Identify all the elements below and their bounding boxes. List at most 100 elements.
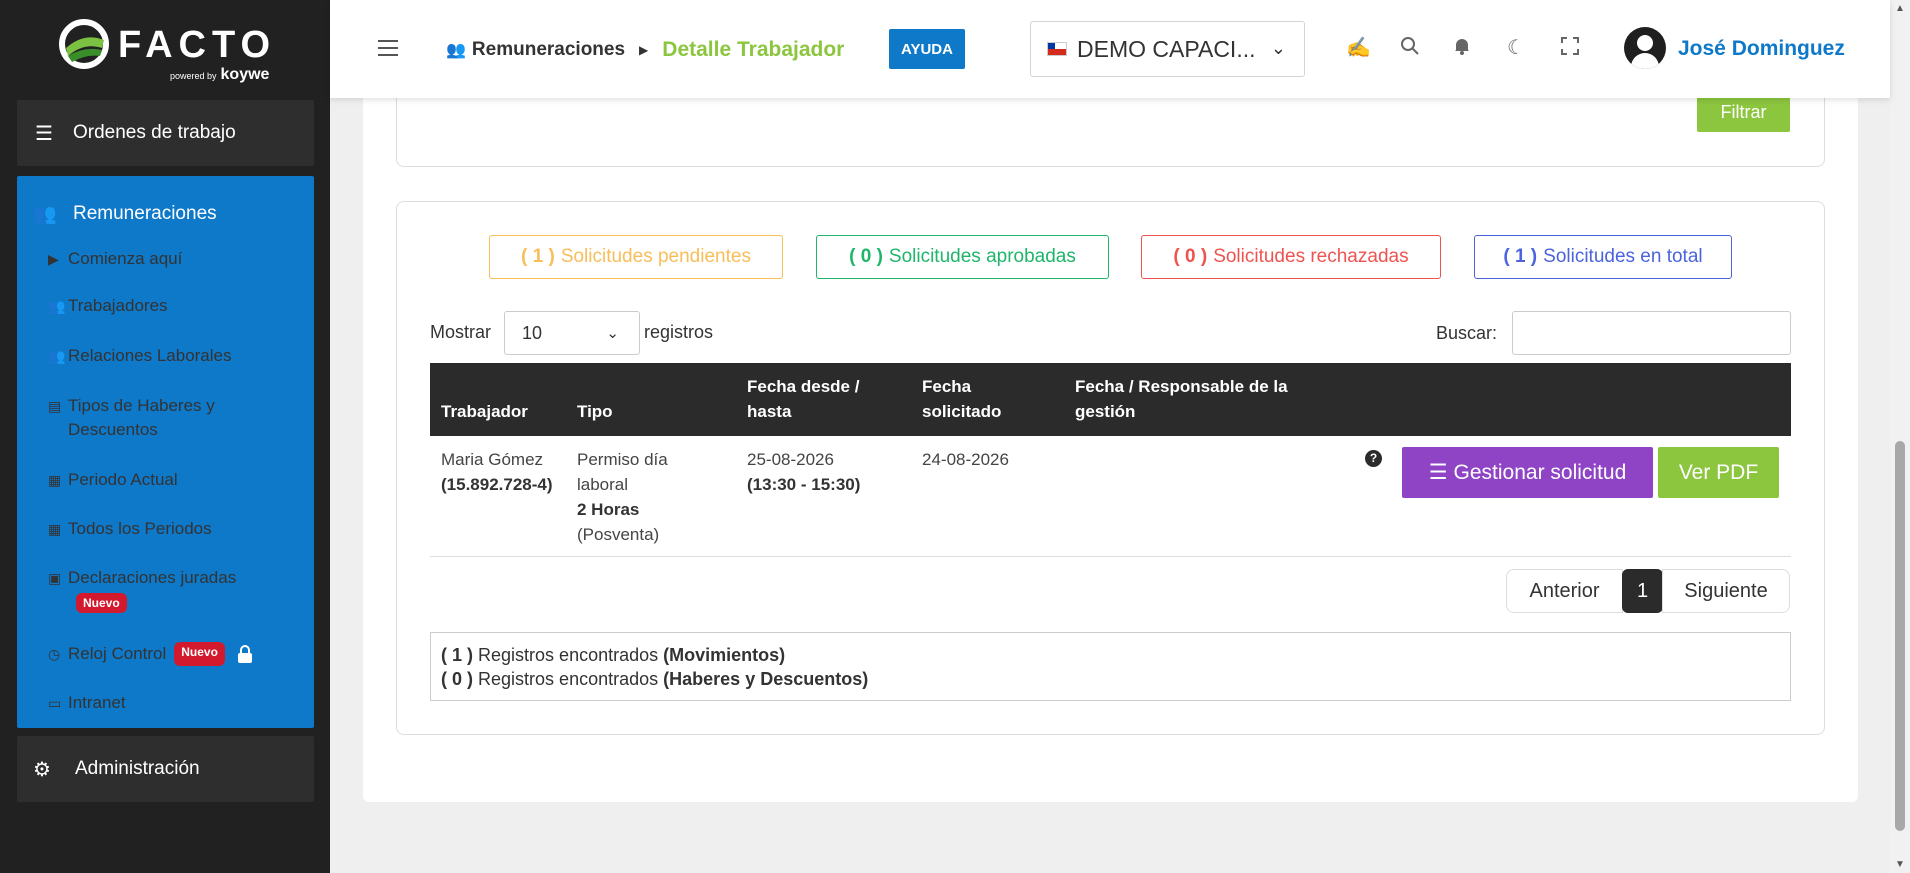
nav-item-relaciones[interactable]: 👥 Relaciones Laborales bbox=[48, 344, 288, 368]
list-check-icon: ☰ bbox=[35, 122, 53, 145]
nav-item-label: Tipos de Haberes y Descuentos bbox=[68, 396, 215, 439]
nav-item-label: Declaraciones juradas Nuevo bbox=[68, 566, 288, 614]
cell-date-range: 25-08-2026 (13:30 - 15:30) bbox=[747, 447, 887, 497]
chile-flag-icon bbox=[1047, 42, 1067, 56]
caret-right-icon: ▶ bbox=[639, 43, 649, 57]
manage-request-button[interactable]: ☰ Gestionar solicitud bbox=[1402, 447, 1653, 498]
request-type: Permiso día laboral bbox=[577, 450, 668, 494]
cell-type: Permiso día laboral 2 Horas (Posventa) bbox=[577, 447, 697, 547]
play-icon: ▶ bbox=[48, 251, 59, 267]
nav-ordenes-de-trabajo[interactable]: ☰ Ordenes de trabajo bbox=[17, 100, 314, 166]
summary-hd-text: Registros encontrados bbox=[478, 669, 659, 689]
nav-administracion[interactable]: ⚙ Administración bbox=[17, 736, 314, 802]
summary-hd-count: ( 0 ) bbox=[441, 669, 474, 689]
bell-icon[interactable] bbox=[1450, 36, 1474, 60]
breadcrumb-current: Detalle Trabajador bbox=[662, 38, 845, 61]
breadcrumb-parent[interactable]: Remuneraciones bbox=[472, 39, 625, 61]
company-selector[interactable]: DEMO CAPACI... ⌄ bbox=[1030, 21, 1305, 77]
nav-item-reloj-control[interactable]: ◷ Reloj Control Nuevo bbox=[48, 642, 288, 666]
nav-remuneraciones-label: Remuneraciones bbox=[73, 203, 217, 224]
search-label: Buscar: bbox=[1436, 323, 1498, 343]
pagination-page-1[interactable]: 1 bbox=[1622, 569, 1663, 613]
page-size-value: 10 bbox=[522, 323, 543, 343]
nav-item-periodo-actual[interactable]: ▦ Periodo Actual bbox=[48, 468, 288, 492]
view-pdf-button[interactable]: Ver PDF bbox=[1658, 447, 1779, 498]
help-icon[interactable]: ? bbox=[1365, 450, 1382, 467]
th-fecha-responsable[interactable]: Fecha / Responsable de la gestión bbox=[1075, 374, 1315, 424]
calendar-grid-icon: ▦ bbox=[48, 521, 62, 537]
fullscreen-icon[interactable] bbox=[1558, 36, 1582, 60]
nav-item-tipos-haberes[interactable]: ▤ Tipos de Haberes y Descuentos bbox=[48, 394, 288, 442]
th-fecha-desde-hasta[interactable]: Fecha desde / hasta bbox=[747, 374, 887, 424]
facto-logo[interactable]: FACTO powered by koywe bbox=[58, 16, 278, 84]
pagination-prev[interactable]: Anterior bbox=[1506, 569, 1623, 613]
pagination-next[interactable]: Siguiente bbox=[1662, 569, 1790, 613]
gears-icon: ⚙ bbox=[33, 758, 51, 781]
users-icon: 👥 bbox=[48, 298, 66, 314]
search-icon[interactable] bbox=[1398, 36, 1422, 60]
signature-icon[interactable]: ✍ bbox=[1346, 36, 1371, 60]
stat-approved[interactable]: ( 0 ) Solicitudes aprobadas bbox=[816, 235, 1109, 279]
scroll-up-icon[interactable]: ▲ bbox=[1895, 3, 1905, 14]
nav-item-label: Periodo Actual bbox=[68, 470, 178, 489]
logo-powered: powered by koywe bbox=[170, 66, 269, 84]
manage-request-label: Gestionar solicitud bbox=[1453, 460, 1627, 484]
stat-total[interactable]: ( 1 ) Solicitudes en total bbox=[1474, 235, 1732, 279]
summary-haberes: ( 0 ) Registros encontrados (Haberes y D… bbox=[441, 667, 1780, 691]
records-summary: ( 1 ) Registros encontrados (Movimientos… bbox=[430, 632, 1791, 701]
nav-item-label: Intranet bbox=[68, 693, 126, 712]
menu-toggle-icon[interactable] bbox=[378, 40, 398, 56]
stat-rejected-count: ( 0 ) bbox=[1173, 246, 1208, 267]
stat-pending[interactable]: ( 1 ) Solicitudes pendientes bbox=[489, 235, 783, 279]
nav-item-label: Relaciones Laborales bbox=[68, 346, 232, 365]
logo-text: FACTO bbox=[118, 24, 277, 66]
users-icon: 👥 bbox=[33, 204, 57, 225]
nav-item-label-text: Declaraciones juradas bbox=[68, 568, 237, 587]
page-scrollbar[interactable]: ▲ ▼ bbox=[1890, 0, 1910, 873]
stat-total-count: ( 1 ) bbox=[1503, 246, 1538, 267]
stat-pending-label: Solicitudes pendientes bbox=[560, 246, 751, 267]
filter-button[interactable]: Filtrar bbox=[1697, 92, 1790, 132]
th-fecha-solicitado[interactable]: Fecha solicitado bbox=[922, 374, 1032, 424]
new-badge: Nuevo bbox=[174, 642, 225, 666]
stat-rejected-label: Solicitudes rechazadas bbox=[1213, 246, 1409, 267]
nav-remuneraciones[interactable]: 👥 Remuneraciones bbox=[17, 176, 314, 232]
avatar[interactable] bbox=[1624, 27, 1666, 69]
search-input[interactable] bbox=[1512, 311, 1791, 355]
summary-hd-bold: (Haberes y Descuentos) bbox=[663, 669, 869, 689]
scrollbar-thumb[interactable] bbox=[1895, 441, 1905, 831]
nav-item-intranet[interactable]: ▭ Intranet bbox=[48, 691, 288, 715]
records-label: registros bbox=[644, 322, 714, 342]
summary-mov-bold: (Movimientos) bbox=[663, 645, 786, 665]
summary-mov-text: Registros encontrados bbox=[478, 645, 659, 665]
page-size-select[interactable]: 10 ⌄ bbox=[504, 311, 640, 355]
nav-item-comienza[interactable]: ▶ Comienza aquí bbox=[48, 247, 288, 271]
new-badge: Nuevo bbox=[76, 592, 127, 613]
stat-approved-count: ( 0 ) bbox=[849, 246, 883, 267]
archive-icon: ▣ bbox=[48, 570, 62, 586]
user-name[interactable]: José Dominguez bbox=[1678, 37, 1845, 61]
nav-item-label: Comienza aquí bbox=[68, 249, 183, 268]
worker-name: Maria Gómez bbox=[441, 450, 544, 469]
nav-item-todos-periodos[interactable]: ▦ Todos los Periodos bbox=[48, 517, 288, 541]
summary-mov-count: ( 1 ) bbox=[441, 645, 474, 665]
chevron-down-icon: ⌄ bbox=[1270, 38, 1286, 58]
file-icon: ▤ bbox=[48, 398, 62, 414]
sidebar: FACTO powered by koywe ☰ Ordenes de traba… bbox=[0, 0, 330, 873]
summary-movements: ( 1 ) Registros encontrados (Movimientos… bbox=[441, 643, 1780, 667]
stat-rejected[interactable]: ( 0 ) Solicitudes rechazadas bbox=[1141, 235, 1441, 279]
company-name: DEMO CAPACI... bbox=[1077, 35, 1256, 62]
th-tipo[interactable]: Tipo bbox=[577, 399, 613, 424]
scroll-down-icon[interactable]: ▼ bbox=[1895, 859, 1905, 870]
users-icon: 👥 bbox=[446, 42, 466, 59]
th-trabajador[interactable]: Trabajador bbox=[441, 399, 528, 424]
nav-item-trabajadores[interactable]: 👥 Trabajadores bbox=[48, 294, 288, 318]
nav-ordenes-label: Ordenes de trabajo bbox=[73, 122, 236, 143]
help-button[interactable]: AYUDA bbox=[889, 29, 965, 69]
lock-icon bbox=[237, 645, 252, 663]
nav-item-declaraciones[interactable]: ▣ Declaraciones juradas Nuevo bbox=[48, 566, 288, 614]
show-label: Mostrar bbox=[430, 322, 492, 342]
dark-mode-icon[interactable]: ☾ bbox=[1504, 36, 1528, 60]
nav-item-label: Reloj Control bbox=[68, 644, 167, 663]
chevron-down-icon: ⌄ bbox=[606, 325, 619, 342]
